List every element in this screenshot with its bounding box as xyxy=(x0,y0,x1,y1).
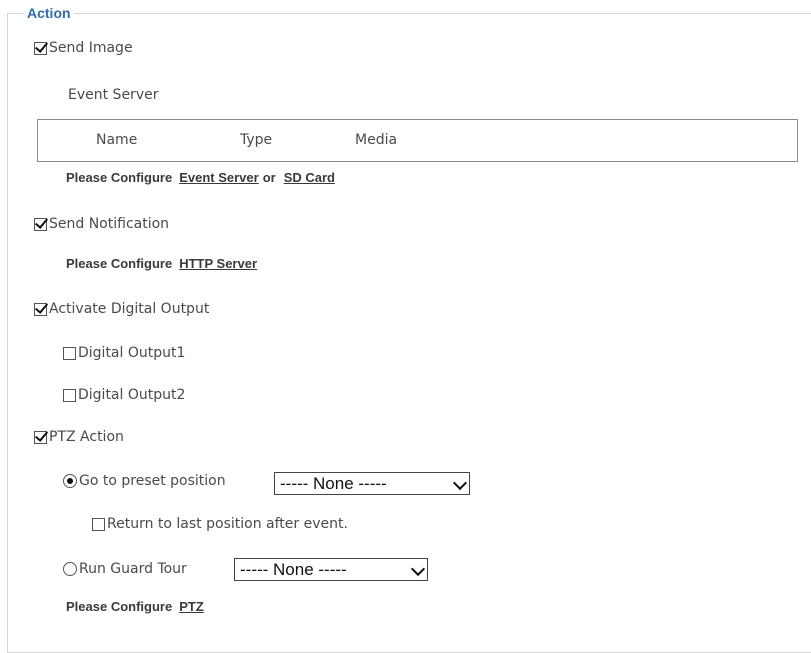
activate-digital-output-checkbox[interactable] xyxy=(34,302,47,316)
configure-prefix: Please Configure xyxy=(66,256,173,271)
return-last-position-checkbox[interactable] xyxy=(92,517,105,531)
send-notification-option[interactable]: Send Notification xyxy=(34,216,169,232)
send-image-option[interactable]: Send Image xyxy=(34,40,133,56)
ptz-action-option[interactable]: PTZ Action xyxy=(34,429,124,445)
preset-position-label: Go to preset position xyxy=(79,473,226,489)
preset-position-select[interactable]: ----- None ----- xyxy=(274,472,470,495)
activate-digital-output-label: Activate Digital Output xyxy=(49,301,210,317)
preset-position-radio[interactable] xyxy=(63,474,77,488)
column-header-name: Name xyxy=(96,132,138,148)
guard-tour-option[interactable]: Run Guard Tour xyxy=(63,561,187,577)
event-server-heading: Event Server xyxy=(68,87,159,103)
return-last-position-option[interactable]: Return to last position after event. xyxy=(92,516,348,532)
send-notification-label: Send Notification xyxy=(49,216,170,232)
send-notification-configure-row: Please Configure HTTP Server xyxy=(66,256,257,271)
configure-prefix: Please Configure xyxy=(66,599,173,614)
ptz-link[interactable]: PTZ xyxy=(179,599,204,614)
chevron-down-icon xyxy=(410,561,426,577)
send-notification-checkbox[interactable] xyxy=(34,217,47,231)
guard-tour-select[interactable]: ----- None ----- xyxy=(234,558,428,581)
action-fieldset xyxy=(7,13,811,653)
guard-tour-select-value: ----- None ----- xyxy=(240,559,347,579)
send-image-label: Send Image xyxy=(49,40,133,56)
return-last-position-label: Return to last position after event. xyxy=(107,516,348,532)
column-header-media: Media xyxy=(355,132,398,148)
digital-output2-option[interactable]: Digital Output2 xyxy=(63,387,185,403)
ptz-configure-row: Please Configure PTZ xyxy=(66,599,204,614)
event-server-heading-row: Event Server xyxy=(66,87,158,103)
fieldset-legend: Action xyxy=(24,5,74,21)
preset-position-select-value: ----- None ----- xyxy=(280,473,387,493)
digital-output2-checkbox[interactable] xyxy=(63,388,76,402)
digital-output1-checkbox[interactable] xyxy=(63,346,76,360)
guard-tour-label: Run Guard Tour xyxy=(79,561,187,577)
chevron-down-icon xyxy=(452,475,468,491)
send-image-checkbox[interactable] xyxy=(34,41,47,55)
ptz-action-label: PTZ Action xyxy=(49,429,124,445)
event-server-table: Name Type Media xyxy=(37,119,798,162)
preset-position-option[interactable]: Go to preset position xyxy=(63,473,226,489)
sd-card-link[interactable]: SD Card xyxy=(284,170,335,185)
event-server-link[interactable]: Event Server xyxy=(179,170,259,185)
http-server-link[interactable]: HTTP Server xyxy=(179,256,257,271)
or-text: or xyxy=(262,170,276,185)
configure-prefix: Please Configure xyxy=(66,170,173,185)
digital-output2-label: Digital Output2 xyxy=(78,387,186,403)
send-image-configure-row: Please Configure Event Server or SD Card xyxy=(66,170,335,185)
column-header-type: Type xyxy=(240,132,273,148)
guard-tour-radio[interactable] xyxy=(63,562,77,576)
ptz-action-checkbox[interactable] xyxy=(34,430,47,444)
digital-output1-option[interactable]: Digital Output1 xyxy=(63,345,185,361)
activate-digital-output-option[interactable]: Activate Digital Output xyxy=(34,301,209,317)
digital-output1-label: Digital Output1 xyxy=(78,345,186,361)
